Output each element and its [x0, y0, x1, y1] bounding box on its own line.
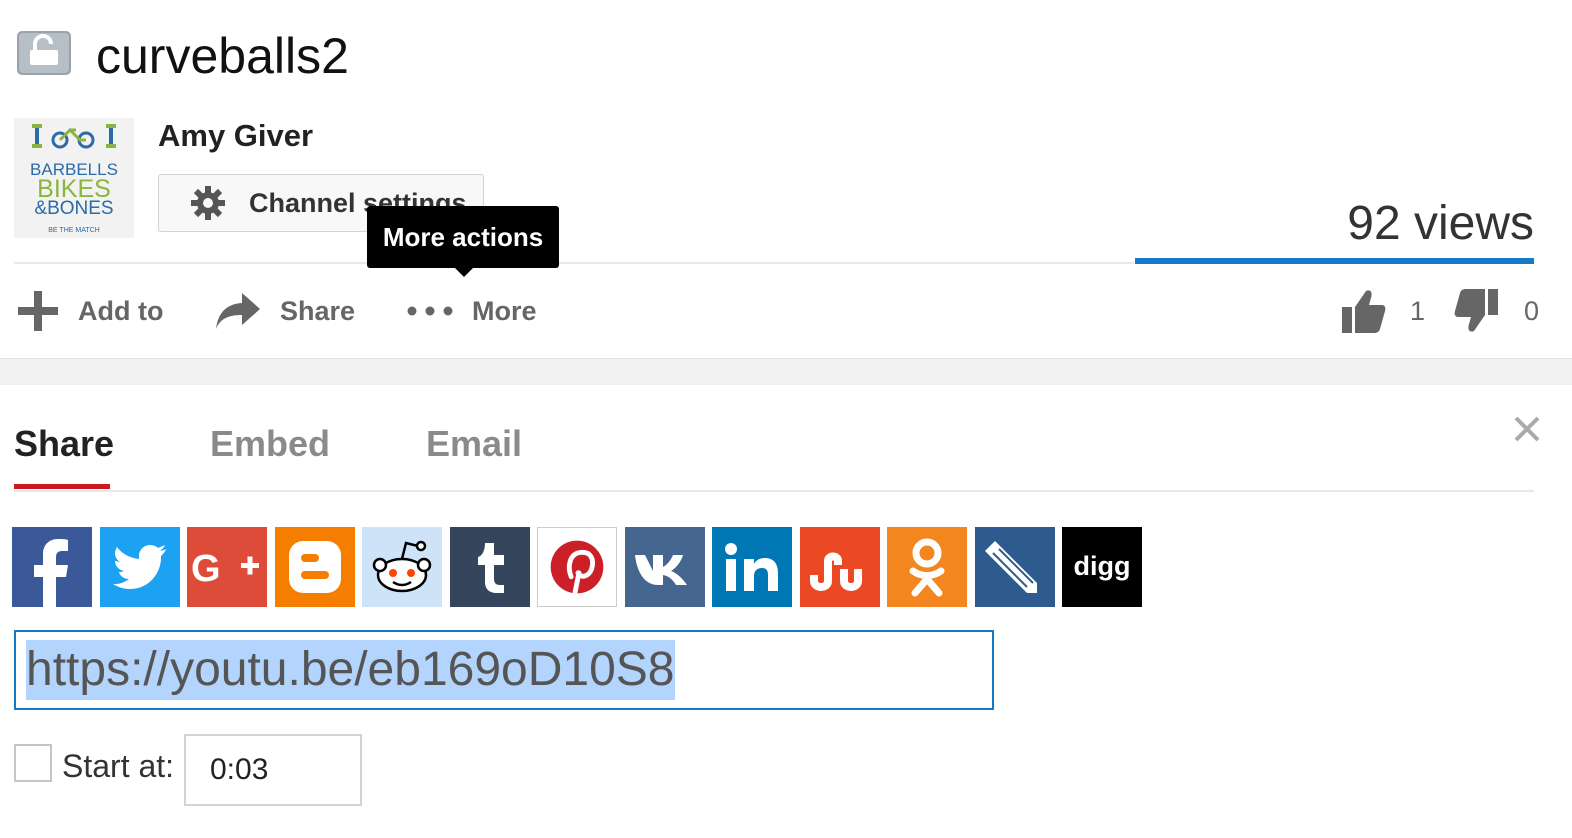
livejournal-pencil-icon — [984, 541, 1037, 593]
logo-text-be-the-match: BE THE MATCH — [48, 227, 99, 234]
dislike-count: 0 — [1524, 295, 1540, 326]
tumblr-icon — [477, 543, 504, 593]
odnoklassniki-icon — [909, 538, 945, 597]
vk-share-button[interactable] — [624, 527, 705, 607]
divider — [14, 262, 1134, 264]
more-label: More — [472, 295, 537, 326]
close-share-panel-button[interactable] — [1510, 412, 1544, 446]
svg-text:digg: digg — [1074, 551, 1131, 581]
odnoklassniki-share-button[interactable] — [887, 527, 967, 607]
twitter-icon — [112, 545, 166, 589]
blogger-share-button[interactable] — [274, 527, 355, 607]
view-count: 92 views — [1347, 197, 1534, 250]
dislike-button[interactable]: 0 — [1454, 284, 1539, 338]
google-plus-icon: G — [191, 548, 259, 590]
blogger-icon — [288, 541, 341, 593]
google-plus-share-button[interactable]: G — [187, 527, 267, 607]
pinterest-share-button[interactable] — [537, 527, 617, 607]
svg-text:G: G — [191, 548, 221, 590]
logo-text-bones: &BONES — [34, 198, 113, 219]
like-button[interactable]: 1 — [1340, 284, 1425, 338]
tumblr-share-button[interactable] — [449, 527, 530, 607]
section-separator — [0, 358, 1572, 385]
digg-icon: digg — [1074, 551, 1131, 581]
stumbleupon-share-button[interactable] — [799, 527, 880, 607]
add-to-label: Add to — [78, 295, 164, 326]
tab-embed[interactable]: Embed — [210, 420, 330, 468]
like-count: 1 — [1410, 295, 1426, 326]
tab-email[interactable]: Email — [426, 420, 522, 468]
twitter-share-button[interactable] — [99, 527, 180, 607]
reddit-icon — [372, 540, 432, 593]
start-at-label: Start at: — [62, 748, 175, 784]
channel-name[interactable]: Amy Giver — [158, 116, 313, 156]
facebook-share-button[interactable] — [12, 527, 92, 607]
thumbs-up-icon — [1340, 287, 1386, 335]
vk-icon — [634, 555, 687, 585]
share-label: Share — [280, 295, 356, 326]
tooltip-arrow — [453, 266, 475, 277]
start-at-time-input[interactable]: 0:03 — [184, 734, 362, 806]
active-tab-indicator — [14, 484, 110, 489]
unlisted-lock-icon — [16, 30, 72, 76]
social-share-buttons: G digg — [12, 527, 1150, 607]
pinterest-icon — [550, 540, 604, 595]
facebook-icon — [34, 539, 68, 607]
share-url-field[interactable]: https://youtu.be/eb169oD10S8 — [14, 630, 994, 710]
start-at-checkbox[interactable] — [14, 744, 52, 782]
share-url-text: https://youtu.be/eb169oD10S8 — [26, 640, 675, 700]
more-actions-tooltip: More actions — [367, 206, 559, 268]
linkedin-share-button[interactable] — [712, 527, 792, 607]
thumbs-down-icon — [1454, 287, 1500, 335]
close-icon — [1514, 416, 1540, 442]
digg-share-button[interactable]: digg — [1062, 527, 1142, 607]
video-title: curveballs2 — [96, 28, 349, 84]
stumbleupon-icon — [809, 552, 862, 591]
more-button[interactable]: More — [406, 284, 537, 338]
gear-icon — [189, 184, 227, 222]
plus-icon — [16, 289, 60, 333]
channel-avatar[interactable]: BARBELLS BIKES &BONES BE THE MATCH — [14, 118, 134, 238]
share-button[interactable]: Share — [214, 284, 355, 338]
tabs-divider — [14, 490, 1534, 492]
reddit-share-button[interactable] — [362, 527, 442, 607]
more-dots-icon — [406, 305, 454, 317]
sentiment-bar — [1135, 258, 1534, 264]
tab-share[interactable]: Share — [14, 420, 114, 468]
livejournal-share-button[interactable] — [974, 527, 1055, 607]
linkedin-icon — [725, 543, 778, 591]
add-to-button[interactable]: Add to — [16, 284, 163, 338]
share-arrow-icon — [214, 291, 262, 331]
